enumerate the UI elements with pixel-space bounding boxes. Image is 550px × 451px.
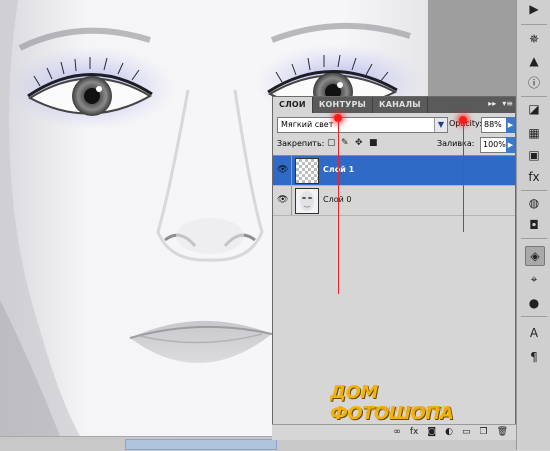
lock-pixels-icon[interactable]: ✎ [341, 138, 350, 148]
watermark-subtitle: уроки и программы [366, 404, 450, 413]
annotation-line-blend [338, 118, 339, 294]
panel-tabs: СЛОИ КОНТУРЫ КАНАЛЫ ▸▸ ▾≡ [273, 97, 515, 113]
collapse-icon[interactable]: ▸▸ [488, 99, 496, 108]
panel-bottom-bar: ∞ fx ◙ ◐ ▭ ❐ 🗑 [272, 424, 516, 440]
character-icon[interactable]: A [525, 324, 543, 342]
opacity-field[interactable]: 88% [481, 117, 507, 133]
watermark-logo: ДОМ ФОТОШОПА уроки и программы [330, 382, 506, 424]
lock-all-icon[interactable]: ■ [369, 138, 378, 148]
panel-menu-icon[interactable]: ▾≡ [502, 99, 513, 108]
tab-paths[interactable]: КОНТУРЫ [313, 97, 374, 113]
paths-icon[interactable]: ⌖ [525, 270, 543, 288]
brush-icon[interactable]: ◍ [525, 194, 543, 212]
blend-mode-select[interactable]: Мягкий свет ▼ [277, 117, 448, 133]
swatches-icon[interactable]: ▦ [525, 124, 543, 142]
clone-icon[interactable]: ◘ [525, 216, 543, 234]
play-icon[interactable]: ▶ [525, 0, 543, 18]
color-icon[interactable]: ◪ [525, 100, 543, 118]
lock-label: Закрепить: [277, 139, 325, 148]
tab-channels[interactable]: КАНАЛЫ [373, 97, 428, 113]
annotation-dot-opacity [459, 116, 467, 124]
layer-thumbnail [295, 158, 319, 184]
histogram-icon[interactable]: ▲ [525, 52, 543, 70]
chevron-down-icon[interactable]: ▼ [434, 118, 447, 132]
eye-icon[interactable]: 👁 [277, 195, 289, 205]
fx-icon[interactable]: fx [410, 427, 419, 438]
fill-field[interactable]: 100% [480, 137, 508, 153]
layer-row-0[interactable]: 👁 Слой 0 [273, 186, 515, 216]
new-group-icon[interactable]: ▭ [462, 427, 471, 438]
eye-icon[interactable]: 👁 [277, 165, 289, 175]
link-layers-icon[interactable]: ∞ [393, 427, 401, 438]
fx-icon[interactable]: fx [525, 168, 543, 186]
fill-label: Заливка: [437, 139, 475, 148]
tab-layers[interactable]: СЛОИ [273, 97, 313, 113]
blend-mode-value: Мягкий свет [281, 120, 334, 129]
lock-transparency-icon[interactable]: ▢ [327, 138, 336, 148]
fill-slider-icon[interactable]: ▶ [506, 137, 515, 153]
opacity-slider-icon[interactable]: ▶ [506, 117, 515, 133]
info-icon[interactable]: ⓘ [525, 74, 543, 92]
channels-icon[interactable]: ● [525, 294, 543, 312]
new-layer-icon[interactable]: ❐ [479, 427, 487, 438]
styles-icon[interactable]: ▣ [525, 146, 543, 164]
navigator-icon[interactable]: ✵ [525, 30, 543, 48]
annotation-dot-blend [334, 114, 342, 122]
scrollbar-thumb[interactable] [125, 439, 277, 450]
layer-row-1[interactable]: 👁 Слой 1 [273, 156, 515, 186]
add-mask-icon[interactable]: ◙ [427, 427, 436, 438]
right-toolbar: ▶ ✵ ▲ ⓘ ◪ ▦ ▣ fx ◍ ◘ ◈ ⌖ ● A ¶ [516, 0, 550, 450]
canvas-background [428, 0, 516, 96]
paragraph-icon[interactable]: ¶ [525, 348, 543, 366]
layers-icon[interactable]: ◈ [525, 246, 545, 266]
layer-thumbnail [295, 188, 319, 214]
lock-position-icon[interactable]: ✥ [355, 138, 364, 148]
annotation-line-opacity [463, 120, 464, 232]
watermark-title: ДОМ ФОТОШОПА [330, 382, 454, 424]
adjustment-layer-icon[interactable]: ◐ [445, 427, 453, 438]
delete-layer-icon[interactable]: 🗑 [497, 427, 508, 438]
